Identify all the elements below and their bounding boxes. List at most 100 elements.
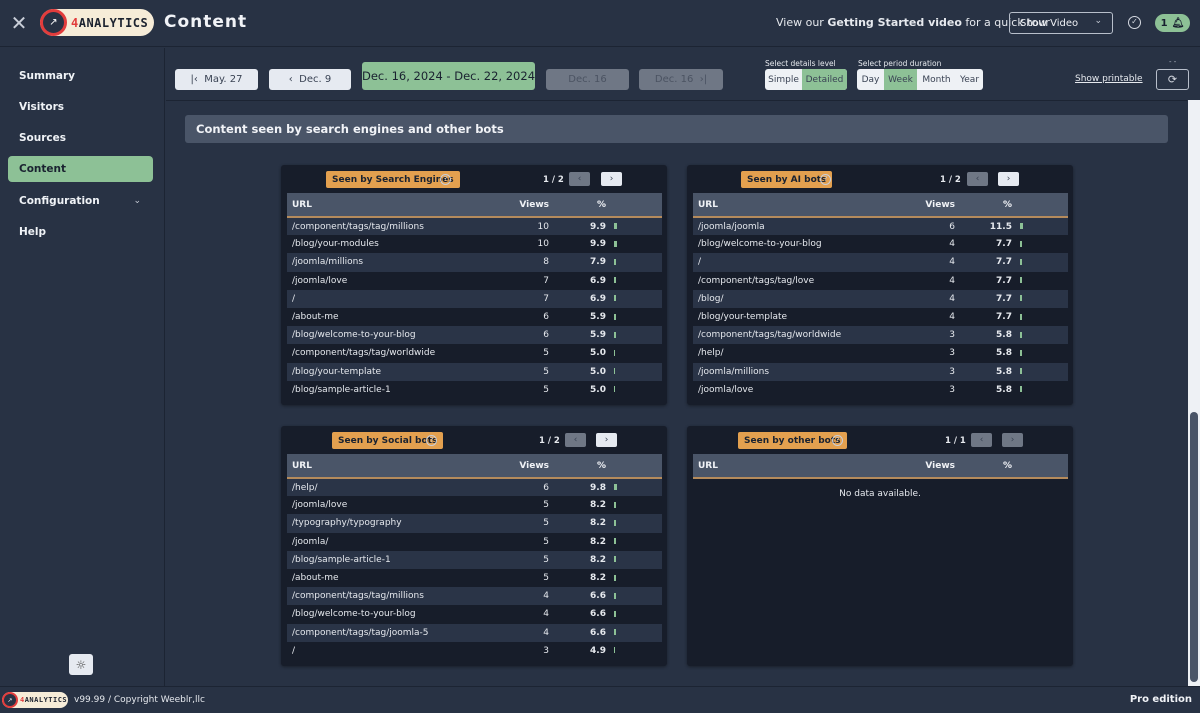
table-row[interactable]: /blog/your-modules 10 9.9	[287, 235, 662, 254]
details-simple-option[interactable]: Simple	[765, 69, 802, 90]
table-row[interactable]: /joomla/love 7 6.9	[287, 271, 662, 290]
table-row[interactable]: /joomla/5 8.2	[287, 532, 662, 551]
table-row[interactable]: /component/tags/tag/millions 4 6.6	[287, 587, 662, 606]
table-row[interactable]: /blog/welcome-to-your-blog 6 5.9	[287, 326, 662, 345]
views-cell: 10	[497, 217, 549, 236]
pager-label: 1 / 1	[945, 436, 966, 446]
table-row[interactable]: /help/3 5.8	[693, 344, 1068, 363]
column-header-url[interactable]: URL	[693, 193, 903, 218]
column-header-views[interactable]: Views	[903, 193, 955, 218]
table-row[interactable]: /4 7.7	[693, 253, 1068, 272]
refresh-button[interactable]: ⟳	[1156, 69, 1189, 90]
help-icon[interactable]: ?	[426, 435, 437, 446]
close-button[interactable]: ✕	[10, 13, 28, 33]
sidebar-item-content[interactable]: Content	[8, 156, 153, 182]
period-year-option[interactable]: Year	[956, 69, 983, 90]
period-month-option[interactable]: Month	[917, 69, 956, 90]
panel-social-bots: Seen by Social bots ? 1 / 2 ‹ › URL View…	[281, 426, 667, 666]
url-cell: /component/tags/tag/millions	[287, 217, 497, 236]
table-row[interactable]: /blog/welcome-to-your-blog 4 7.7	[693, 235, 1068, 254]
prev-page-button[interactable]: ‹	[565, 433, 586, 447]
sidebar-item-sources[interactable]: Sources	[8, 125, 153, 151]
next-period-button[interactable]: Dec. 16	[546, 69, 629, 90]
table-row[interactable]: /joomla/joomla 6 11.5	[693, 217, 1068, 236]
next-page-button[interactable]: ›	[601, 172, 622, 186]
percent-bar	[614, 277, 616, 284]
table-row[interactable]: /component/tags/tag/worldwide 3 5.8	[693, 326, 1068, 345]
refresh-status: - -	[1169, 58, 1177, 66]
sidebar-item-visitors[interactable]: Visitors	[8, 94, 153, 120]
previous-period-button[interactable]: ‹ Dec. 9	[269, 69, 351, 90]
details-detailed-option[interactable]: Detailed	[802, 69, 847, 90]
column-header-percent[interactable]: %	[549, 454, 606, 479]
column-header-views[interactable]: Views	[903, 454, 955, 479]
prev-page-button[interactable]: ‹	[967, 172, 988, 186]
notifications-button[interactable]: 1 🔔︎	[1155, 14, 1190, 32]
prev-page-button[interactable]: ‹	[569, 172, 590, 186]
table-row[interactable]: /joomla/love 3 5.8	[693, 380, 1068, 399]
table-row[interactable]: /component/tags/tag/joomla-5 4 6.6	[287, 623, 662, 642]
views-cell: 3	[903, 362, 955, 381]
column-header-percent[interactable]: %	[955, 193, 1012, 218]
table-row[interactable]: /joomla/love 5 8.2	[287, 496, 662, 515]
show-printable-link[interactable]: Show printable	[1075, 74, 1143, 84]
views-cell: 3	[903, 344, 955, 363]
column-header-percent[interactable]: %	[955, 454, 1012, 479]
table-row[interactable]: /component/tags/tag/love 4 7.7	[693, 271, 1068, 290]
table-row[interactable]: /component/tags/tag/worldwide 5 5.0	[287, 344, 662, 363]
help-icon[interactable]: ?	[832, 435, 843, 446]
sidebar-item-help[interactable]: Help	[8, 219, 153, 245]
next-page-button[interactable]: ›	[1002, 433, 1023, 447]
column-header-views[interactable]: Views	[497, 193, 549, 218]
table-row[interactable]: /blog/welcome-to-your-blog 4 6.6	[287, 605, 662, 624]
show-video-select[interactable]: Show Video ⌄	[1009, 12, 1113, 34]
percent-bar	[614, 386, 615, 393]
sidebar-item-configuration[interactable]: Configuration ⌄	[8, 188, 153, 214]
scrollbar[interactable]	[1188, 100, 1200, 686]
table-row[interactable]: /about-me 6 5.9	[287, 307, 662, 327]
period-week-option[interactable]: Week	[884, 69, 917, 90]
table-row[interactable]: /blog/sample-article-1 5 8.2	[287, 550, 662, 569]
table-row[interactable]: /blog/sample-article-1 5 5.0	[287, 380, 662, 399]
panel-tag: Seen by other bots	[738, 432, 847, 449]
help-icon[interactable]: ?	[820, 174, 831, 185]
next-page-button[interactable]: ›	[998, 172, 1019, 186]
table-row[interactable]: /blog/4 7.7	[693, 289, 1068, 308]
section-title: Content seen by search engines and other…	[185, 115, 1168, 143]
url-cell: /	[287, 289, 497, 308]
sidebar-item-summary[interactable]: Summary	[8, 63, 153, 89]
next-page-button[interactable]: ›	[596, 433, 617, 447]
percent-bar	[614, 629, 616, 636]
column-header-percent[interactable]: %	[549, 193, 606, 218]
table-row[interactable]: /joomla/millions 8 7.9	[287, 253, 662, 272]
last-period-button[interactable]: Dec. 16 ›|	[639, 69, 723, 90]
table-row[interactable]: /blog/your-template 5 5.0	[287, 362, 662, 381]
table-row[interactable]: /about-me 5 8.2	[287, 568, 662, 588]
last-icon: ›|	[693, 74, 708, 85]
url-cell: /component/tags/tag/millions	[287, 587, 497, 606]
table-row[interactable]: /joomla/millions 3 5.8	[693, 362, 1068, 381]
page-title: Content	[164, 12, 248, 32]
column-header-url[interactable]: URL	[287, 454, 497, 479]
check-circle-icon[interactable]: ✓	[1128, 16, 1141, 29]
prev-page-button[interactable]: ‹	[971, 433, 992, 447]
help-icon[interactable]: ?	[440, 174, 451, 185]
first-period-button[interactable]: |‹ May. 27	[175, 69, 258, 90]
column-header-views[interactable]: Views	[497, 454, 549, 479]
percent-cell: 5.0	[549, 362, 606, 381]
scrollbar-thumb[interactable]	[1190, 412, 1198, 682]
column-header-url[interactable]: URL	[287, 193, 497, 218]
table-row[interactable]: /3 4.9	[287, 641, 662, 660]
table-row[interactable]: /help/6 9.8	[287, 478, 662, 497]
table-row[interactable]: /7 6.9	[287, 289, 662, 308]
top-bar: ✕ ↗ 4ANALYTICS Content View our Getting …	[0, 0, 1200, 47]
table-row[interactable]: /blog/your-template 4 7.7	[693, 307, 1068, 327]
theme-toggle-button[interactable]: ☼	[69, 654, 93, 675]
table-row[interactable]: /typography/typography 5 8.2	[287, 514, 662, 533]
views-cell: 4	[497, 587, 549, 606]
views-cell: 4	[903, 289, 955, 308]
column-header-url[interactable]: URL	[693, 454, 903, 479]
period-day-option[interactable]: Day	[857, 69, 884, 90]
table-row[interactable]: /component/tags/tag/millions 10 9.9	[287, 217, 662, 236]
percent-cell: 8.2	[549, 568, 606, 588]
